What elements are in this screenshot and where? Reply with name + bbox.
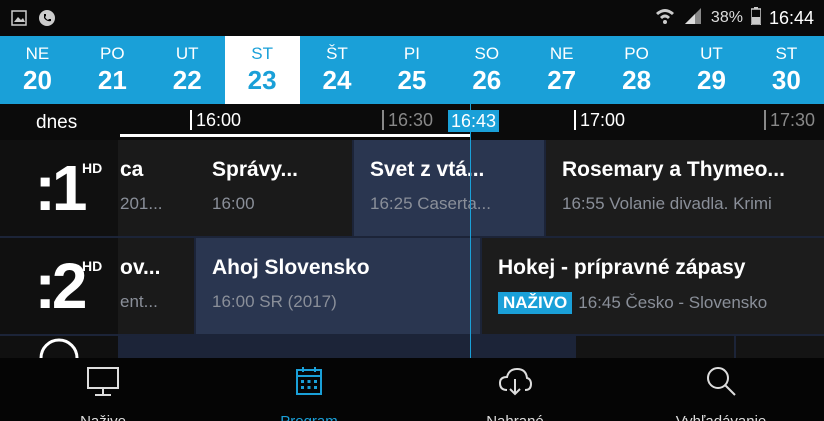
hd-badge: HD [82,258,103,274]
status-bar: 38% 16:44 [0,0,824,36]
calendar-icon [291,364,327,403]
program-cell[interactable]: Hokej - prípravné zápasy NAŽIVO 16:45 Čes… [482,238,824,334]
date-num: 30 [771,65,801,95]
date-dow: NE [549,44,574,63]
date-dow: ST [775,44,798,63]
date-25[interactable]: PI 25 [374,36,449,104]
nav-label: Program [280,413,338,421]
nav-recorded[interactable]: Nahrané [412,358,618,421]
date-strip: NE 20 PO 21 UT 22 ST 23 ŠT 24 PI 25 SO 26 NE 27 … [0,36,824,104]
program-info: NAŽIVO 16:45 Česko - Slovensko [498,292,824,314]
date-num: 26 [472,65,502,95]
program-info: 16:25 Caserta... [370,194,491,213]
program-title: ov... [120,256,161,279]
date-num: 29 [697,65,726,95]
program-cell[interactable]: Správy... 16:00 [196,140,352,236]
program-info-text: 16:45 Česko - Slovensko [578,293,768,312]
date-30[interactable]: ST 30 [749,36,824,104]
program-cell[interactable]: ov... ent... [118,238,194,334]
date-dow: ŠT [326,44,348,63]
channel-row: ov... ent... Ahoj Slovensko 16:00 SR (20… [0,238,824,334]
date-dow: PO [624,44,649,63]
live-badge: NAŽIVO [498,292,573,314]
channel-logo-3[interactable] [0,336,118,358]
date-num: 28 [622,65,652,95]
date-21[interactable]: PO 21 [75,36,150,104]
date-dow: ST [251,44,273,63]
time-progress-line [120,134,470,137]
nav-label: Naživo [80,413,126,421]
date-dow: SO [474,44,500,63]
program-title: Ahoj Slovensko [212,256,370,279]
channel-logo-text: :2 [34,250,88,322]
gallery-icon [10,9,28,27]
channel-row: ca 201... Správy... 16:00 Svet z vtá... … [0,140,824,236]
nav-program[interactable]: Program [206,358,412,421]
hd-badge: HD [82,160,103,176]
clock: 16:44 [768,7,814,28]
now-indicator-line [470,104,471,358]
tv-icon [85,364,121,403]
date-dow: UT [175,44,199,63]
date-27[interactable]: NE 27 [524,36,599,104]
nav-search[interactable]: Vyhľadávanie [618,358,824,421]
phone-icon [38,9,56,27]
date-22[interactable]: UT 22 [150,36,225,104]
battery-percent: 38% [710,9,743,26]
channel-logo-text: :1 [34,152,88,224]
program-cell[interactable]: Rosemary a Thymeo... 16:55 Volanie divad… [546,140,824,236]
program-title: Hokej - prípravné zápasy [498,256,746,279]
date-29[interactable]: UT 29 [674,36,749,104]
bottom-navigation: Naživo Program Nahrané Vyhľadávanie [0,358,824,421]
program-cell[interactable]: Svet z vtá... 16:25 Caserta... [354,140,544,236]
channel-row-partial [0,336,824,358]
date-26[interactable]: SO 26 [449,36,524,104]
battery-icon [750,6,762,30]
program-cell[interactable] [576,336,734,358]
date-num: 24 [322,65,352,95]
date-num: 21 [97,65,127,95]
program-info: 16:55 Volanie divadla. Krimi [562,194,772,213]
program-info: 16:00 [212,194,255,213]
date-20[interactable]: NE 20 [0,36,75,104]
date-dow: PO [100,44,125,63]
signal-icon [683,7,703,30]
time-tick-1600: 16:00 [190,110,241,130]
date-24[interactable]: ŠT 24 [300,36,375,104]
program-cell[interactable] [736,336,824,358]
nav-label: Vyhľadávanie [676,413,767,421]
program-cell[interactable]: Ahoj Slovensko 16:00 SR (2017) [196,238,480,334]
date-dow: UT [700,44,723,63]
epg-grid: ca 201... Správy... 16:00 Svet z vtá... … [0,140,824,358]
date-dow: PI [403,44,420,63]
program-title: Rosemary a Thymeo... [562,158,785,181]
date-num: 20 [22,65,52,95]
channel-logo-2[interactable]: :2 HD [0,238,118,334]
channel-logo-1[interactable]: :1 HD [0,140,118,236]
nav-label: Nahrané [486,413,544,421]
channel-logo-icon [39,338,79,358]
time-tick-1630: 16:30 [382,110,433,130]
nav-live[interactable]: Naživo [0,358,206,421]
program-title: Svet z vtá... [370,158,485,181]
program-info: ent... [120,292,158,311]
date-dow: NE [25,44,50,63]
date-num: 22 [172,65,202,95]
date-num: 27 [547,65,577,95]
wifi-icon [655,7,675,30]
time-tick-1700: 17:00 [574,110,625,130]
date-num: 25 [397,65,427,95]
program-title: Správy... [212,158,298,181]
current-time-badge: 16:43 [448,110,500,132]
program-info: 16:00 SR (2017) [212,292,337,311]
date-num: 23 [247,65,277,95]
cloud-download-icon [497,364,533,403]
date-28[interactable]: PO 28 [599,36,674,104]
today-label[interactable]: dnes [36,112,77,134]
date-23-selected[interactable]: ST 23 [224,36,300,104]
time-tick-1730: 17:30 [764,110,815,130]
search-icon [703,364,739,403]
